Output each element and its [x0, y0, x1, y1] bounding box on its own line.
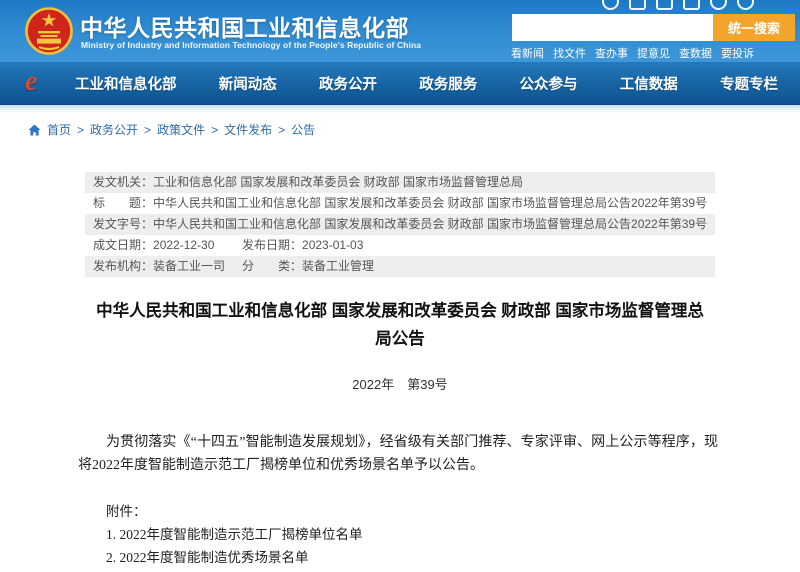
meta-label: 发文字号： — [93, 217, 153, 231]
attachments-block: 附件： 1. 2022年度智能制造示范工厂揭榜单位名单 2. 2022年度智能制… — [106, 500, 363, 569]
breadcrumb-separator: > — [211, 123, 218, 137]
meta-label: 分 类： — [242, 259, 302, 273]
nav-item-gov-affairs[interactable]: 政务公开 — [319, 73, 377, 94]
attachment-link-2[interactable]: 2. 2022年度智能制造优秀场景名单 — [106, 546, 363, 569]
attachment-link-1[interactable]: 1. 2022年度智能制造示范工厂揭榜单位名单 — [106, 523, 363, 546]
document-issue-number: 2022年 第39号 — [85, 374, 715, 393]
cropped-toolbar-icon-2[interactable] — [629, 0, 646, 10]
search-bar: 统一搜索 — [512, 14, 795, 41]
site-header: 中华人民共和国工业和信息化部 Ministry of Industry and … — [0, 0, 800, 62]
breadcrumb-announcement[interactable]: 公告 — [291, 121, 315, 138]
cropped-toolbar-icon-1[interactable] — [602, 0, 619, 10]
quick-link-documents[interactable]: 找文件 — [553, 45, 586, 61]
meta-row-issuing-agency: 发文机关：工业和信息化部 国家发展和改革委员会 财政部 国家市场监督管理总局 — [85, 172, 715, 193]
meta-value: 工业和信息化部 国家发展和改革委员会 财政部 国家市场监督管理总局 — [153, 175, 523, 189]
meta-value: 装备工业管理 — [302, 259, 374, 273]
quick-links: 看新闻 找文件 查办事 提意见 查数据 要投诉 — [511, 45, 754, 61]
search-input[interactable] — [512, 14, 713, 41]
cropped-toolbar-icon-5[interactable] — [710, 0, 727, 10]
nav-item-public-participation[interactable]: 公众参与 — [520, 73, 578, 94]
meta-label: 标 题： — [93, 196, 153, 210]
cropped-toolbar-icon-6[interactable] — [737, 0, 754, 10]
header-toolbar — [602, 0, 754, 10]
document-title: 中华人民共和国工业和信息化部 国家发展和改革委员会 财政部 国家市场监督管理总局… — [88, 297, 712, 353]
attachments-label: 附件： — [106, 500, 363, 523]
breadcrumb-document-release[interactable]: 文件发布 — [224, 121, 272, 138]
meta-row-dates: 成文日期：2022-12-30 发布日期：2023-01-03 — [85, 235, 715, 256]
page: 中华人民共和国工业和信息化部 Ministry of Industry and … — [0, 0, 800, 572]
quick-link-data[interactable]: 查数据 — [679, 45, 712, 61]
nav-item-special-columns[interactable]: 专题专栏 — [720, 73, 778, 94]
breadcrumb-separator: > — [278, 123, 285, 137]
document-meta-table: 发文机关：工业和信息化部 国家发展和改革委员会 财政部 国家市场监督管理总局 标… — [85, 172, 715, 277]
site-title: 中华人民共和国工业和信息化部 — [80, 9, 409, 43]
nav-item-gov-services[interactable]: 政务服务 — [419, 73, 477, 94]
meta-row-publisher-category: 发布机构：装备工业一司 分 类：装备工业管理 — [85, 256, 715, 277]
meta-row-doc-number: 发文字号：中华人民共和国工业和信息化部 国家发展和改革委员会 财政部 国家市场监… — [85, 214, 715, 235]
meta-value: 装备工业一司 — [153, 259, 225, 273]
breadcrumb-policy-documents[interactable]: 政策文件 — [157, 121, 205, 138]
breadcrumb-separator: > — [144, 123, 151, 137]
home-icon — [28, 124, 41, 136]
meta-value: 2023-01-03 — [302, 238, 363, 252]
nav-items: 工业和信息化部 新闻动态 政务公开 政务服务 公众参与 工信数据 专题专栏 — [75, 62, 778, 104]
meta-value: 中华人民共和国工业和信息化部 国家发展和改革委员会 财政部 国家市场监督管理总局… — [153, 196, 707, 210]
meta-value: 2022-12-30 — [153, 238, 214, 252]
quick-link-news[interactable]: 看新闻 — [511, 45, 544, 61]
breadcrumb-gov-affairs[interactable]: 政务公开 — [90, 121, 138, 138]
quick-link-complaints[interactable]: 要投诉 — [721, 45, 754, 61]
meta-label: 发文机关： — [93, 175, 153, 189]
main-nav: e 工业和信息化部 新闻动态 政务公开 政务服务 公众参与 工信数据 专题专栏 — [0, 62, 800, 105]
quick-link-services[interactable]: 查办事 — [595, 45, 628, 61]
e-logo-icon[interactable]: e — [25, 66, 37, 98]
document-body-paragraph: 为贯彻落实《“十四五”智能制造发展规划》，经省级有关部门推荐、专家评审、网上公示… — [78, 431, 718, 477]
breadcrumb-home[interactable]: 首页 — [47, 121, 71, 138]
quick-link-suggestions[interactable]: 提意见 — [637, 45, 670, 61]
site-subtitle-en: Ministry of Industry and Information Tec… — [81, 40, 421, 50]
nav-item-news[interactable]: 新闻动态 — [219, 73, 277, 94]
search-button[interactable]: 统一搜索 — [713, 14, 795, 41]
nav-bottom-strip — [0, 105, 800, 114]
cropped-toolbar-icon-3[interactable] — [656, 0, 673, 10]
meta-label: 发布机构： — [93, 259, 153, 273]
nav-item-miit-data[interactable]: 工信数据 — [620, 73, 678, 94]
nav-item-ministry[interactable]: 工业和信息化部 — [75, 73, 177, 94]
meta-label: 成文日期： — [93, 238, 153, 252]
breadcrumb: 首页 > 政务公开 > 政策文件 > 文件发布 > 公告 — [28, 121, 315, 138]
national-emblem-icon — [24, 6, 74, 56]
meta-row-title: 标 题：中华人民共和国工业和信息化部 国家发展和改革委员会 财政部 国家市场监督… — [85, 193, 715, 214]
meta-label: 发布日期： — [242, 238, 302, 252]
cropped-toolbar-icon-4[interactable] — [683, 0, 700, 10]
meta-value: 中华人民共和国工业和信息化部 国家发展和改革委员会 财政部 国家市场监督管理总局… — [153, 217, 707, 231]
breadcrumb-separator: > — [77, 123, 84, 137]
